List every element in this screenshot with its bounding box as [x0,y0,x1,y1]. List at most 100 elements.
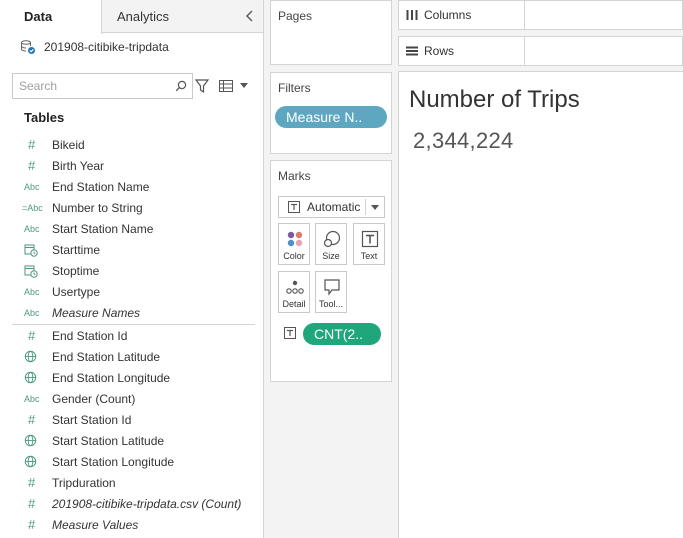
field-item[interactable]: End Station Latitude [0,346,263,367]
field-item[interactable]: # Measure Values [0,514,263,535]
string-type-icon: Abc [24,307,40,318]
search-row [12,73,256,99]
tab-data[interactable]: Data [0,0,102,34]
field-name: Stoptime [52,263,100,278]
globe-icon [24,434,37,447]
number-type-icon: # [28,328,36,343]
field-item[interactable]: # 201908-citibike-tripdata.csv (Count) [0,493,263,514]
text-icon [361,230,379,248]
globe-icon [24,350,37,363]
tooltip-icon [324,279,340,296]
field-name: Start Station Latitude [52,433,165,448]
mark-type-dropdown[interactable]: Automatic [278,196,385,218]
tooltip-button[interactable]: Tool... [315,271,347,313]
field-item[interactable]: # Bikeid [0,134,263,155]
marks-card: Marks Automatic Color Size Text Detail T… [270,160,392,382]
collapse-pane-icon[interactable] [243,8,257,24]
field-name: End Station Name [52,179,150,194]
text-button[interactable]: Text [353,223,385,265]
field-name: 201908-citibike-tripdata.csv (Count) [52,496,242,511]
kpi-value[interactable]: 2,344,224 [413,128,514,154]
field-name: End Station Id [52,328,128,343]
size-button[interactable]: Size [315,223,347,265]
color-label: Color [283,251,305,261]
measure-pill-count[interactable]: CNT(2.. [303,323,381,345]
filters-title: Filters [278,81,311,95]
field-item[interactable]: Abc Usertype [0,281,263,302]
globe-icon [24,371,37,384]
search-icon[interactable] [175,80,187,92]
columns-shelf-label: Columns [399,1,525,29]
field-item[interactable]: # Tripduration [0,472,263,493]
size-label: Size [322,251,340,261]
field-name: Bikeid [52,137,85,152]
datasource-name: 201908-citibike-tripdata [44,40,169,54]
sheet-title[interactable]: Number of Trips [409,86,580,114]
worksheet-view[interactable]: Number of Trips 2,344,224 [398,71,683,538]
field-name: Start Station Longitude [52,454,175,469]
number-type-icon: # [28,412,36,427]
marks-title: Marks [278,169,311,183]
number-type-icon: # [28,158,36,173]
rows-icon [406,46,418,56]
field-name: Start Station Id [52,412,132,427]
field-item[interactable]: Abc Measure Names [0,302,263,323]
columns-shelf[interactable]: Columns [398,0,683,30]
chevron-down-icon[interactable] [371,205,379,211]
detail-label: Detail [282,299,306,309]
field-item[interactable]: # End Station Id [0,325,263,346]
tooltip-label: Tool... [318,299,343,309]
string-type-icon: Abc [24,223,40,234]
color-button[interactable]: Color [278,223,310,265]
string-type-icon: Abc [24,393,40,404]
rows-shelf-label: Rows [399,37,525,65]
detail-button[interactable]: Detail [278,271,310,313]
number-type-icon: # [28,137,36,152]
calendar-clock-icon [24,265,38,278]
number-type-icon: # [28,475,36,490]
number-type-icon: # [28,496,36,511]
tab-analytics[interactable]: Analytics [117,0,169,33]
field-name: Start Station Name [52,221,154,236]
data-pane-tab-bar: Data Analytics [0,0,263,34]
text-mark-icon [288,201,300,213]
size-icon [323,230,341,248]
field-name: Tripduration [52,475,116,490]
filters-card[interactable]: Filters Measure N.. [270,72,392,154]
cards-area: Pages Filters Measure N.. Marks Automati… [264,0,398,538]
field-item[interactable]: # Start Station Id [0,409,263,430]
field-item[interactable]: Start Station Longitude [0,451,263,472]
search-box[interactable] [12,73,193,99]
field-item[interactable]: End Station Longitude [0,367,263,388]
calendar-clock-icon [24,244,38,257]
tables-heading: Tables [24,110,65,125]
field-name: End Station Longitude [52,370,171,385]
field-item[interactable]: Abc Start Station Name [0,218,263,239]
text-label: Text [360,251,378,261]
pages-title: Pages [278,9,313,23]
field-name: End Station Latitude [52,349,161,364]
search-input[interactable] [13,74,163,98]
chevron-down-icon[interactable] [240,83,248,89]
mark-type-label: Automatic [307,200,361,214]
field-item[interactable]: Stoptime [0,260,263,281]
field-name: Measure Values [52,517,139,532]
dropdown-separator [365,199,366,215]
datasource-row[interactable]: 201908-citibike-tripdata [20,38,169,56]
pages-card[interactable]: Pages [270,0,392,65]
filter-icon[interactable] [195,78,209,94]
list-view-icon[interactable] [219,80,233,92]
field-name: Starttime [52,242,101,257]
field-item[interactable]: # Birth Year [0,155,263,176]
field-item[interactable]: Abc Gender (Count) [0,388,263,409]
filter-pill-measure-names[interactable]: Measure N.. [275,106,387,128]
field-name: Number to String [52,200,143,215]
field-item[interactable]: Abc End Station Name [0,176,263,197]
field-item[interactable]: Starttime [0,239,263,260]
field-item[interactable]: Start Station Latitude [0,430,263,451]
datasource-icon [21,40,35,54]
string-type-icon: Abc [24,181,40,192]
field-item[interactable]: =Abc Number to String [0,197,263,218]
columns-icon [406,10,418,20]
rows-shelf[interactable]: Rows [398,36,683,66]
